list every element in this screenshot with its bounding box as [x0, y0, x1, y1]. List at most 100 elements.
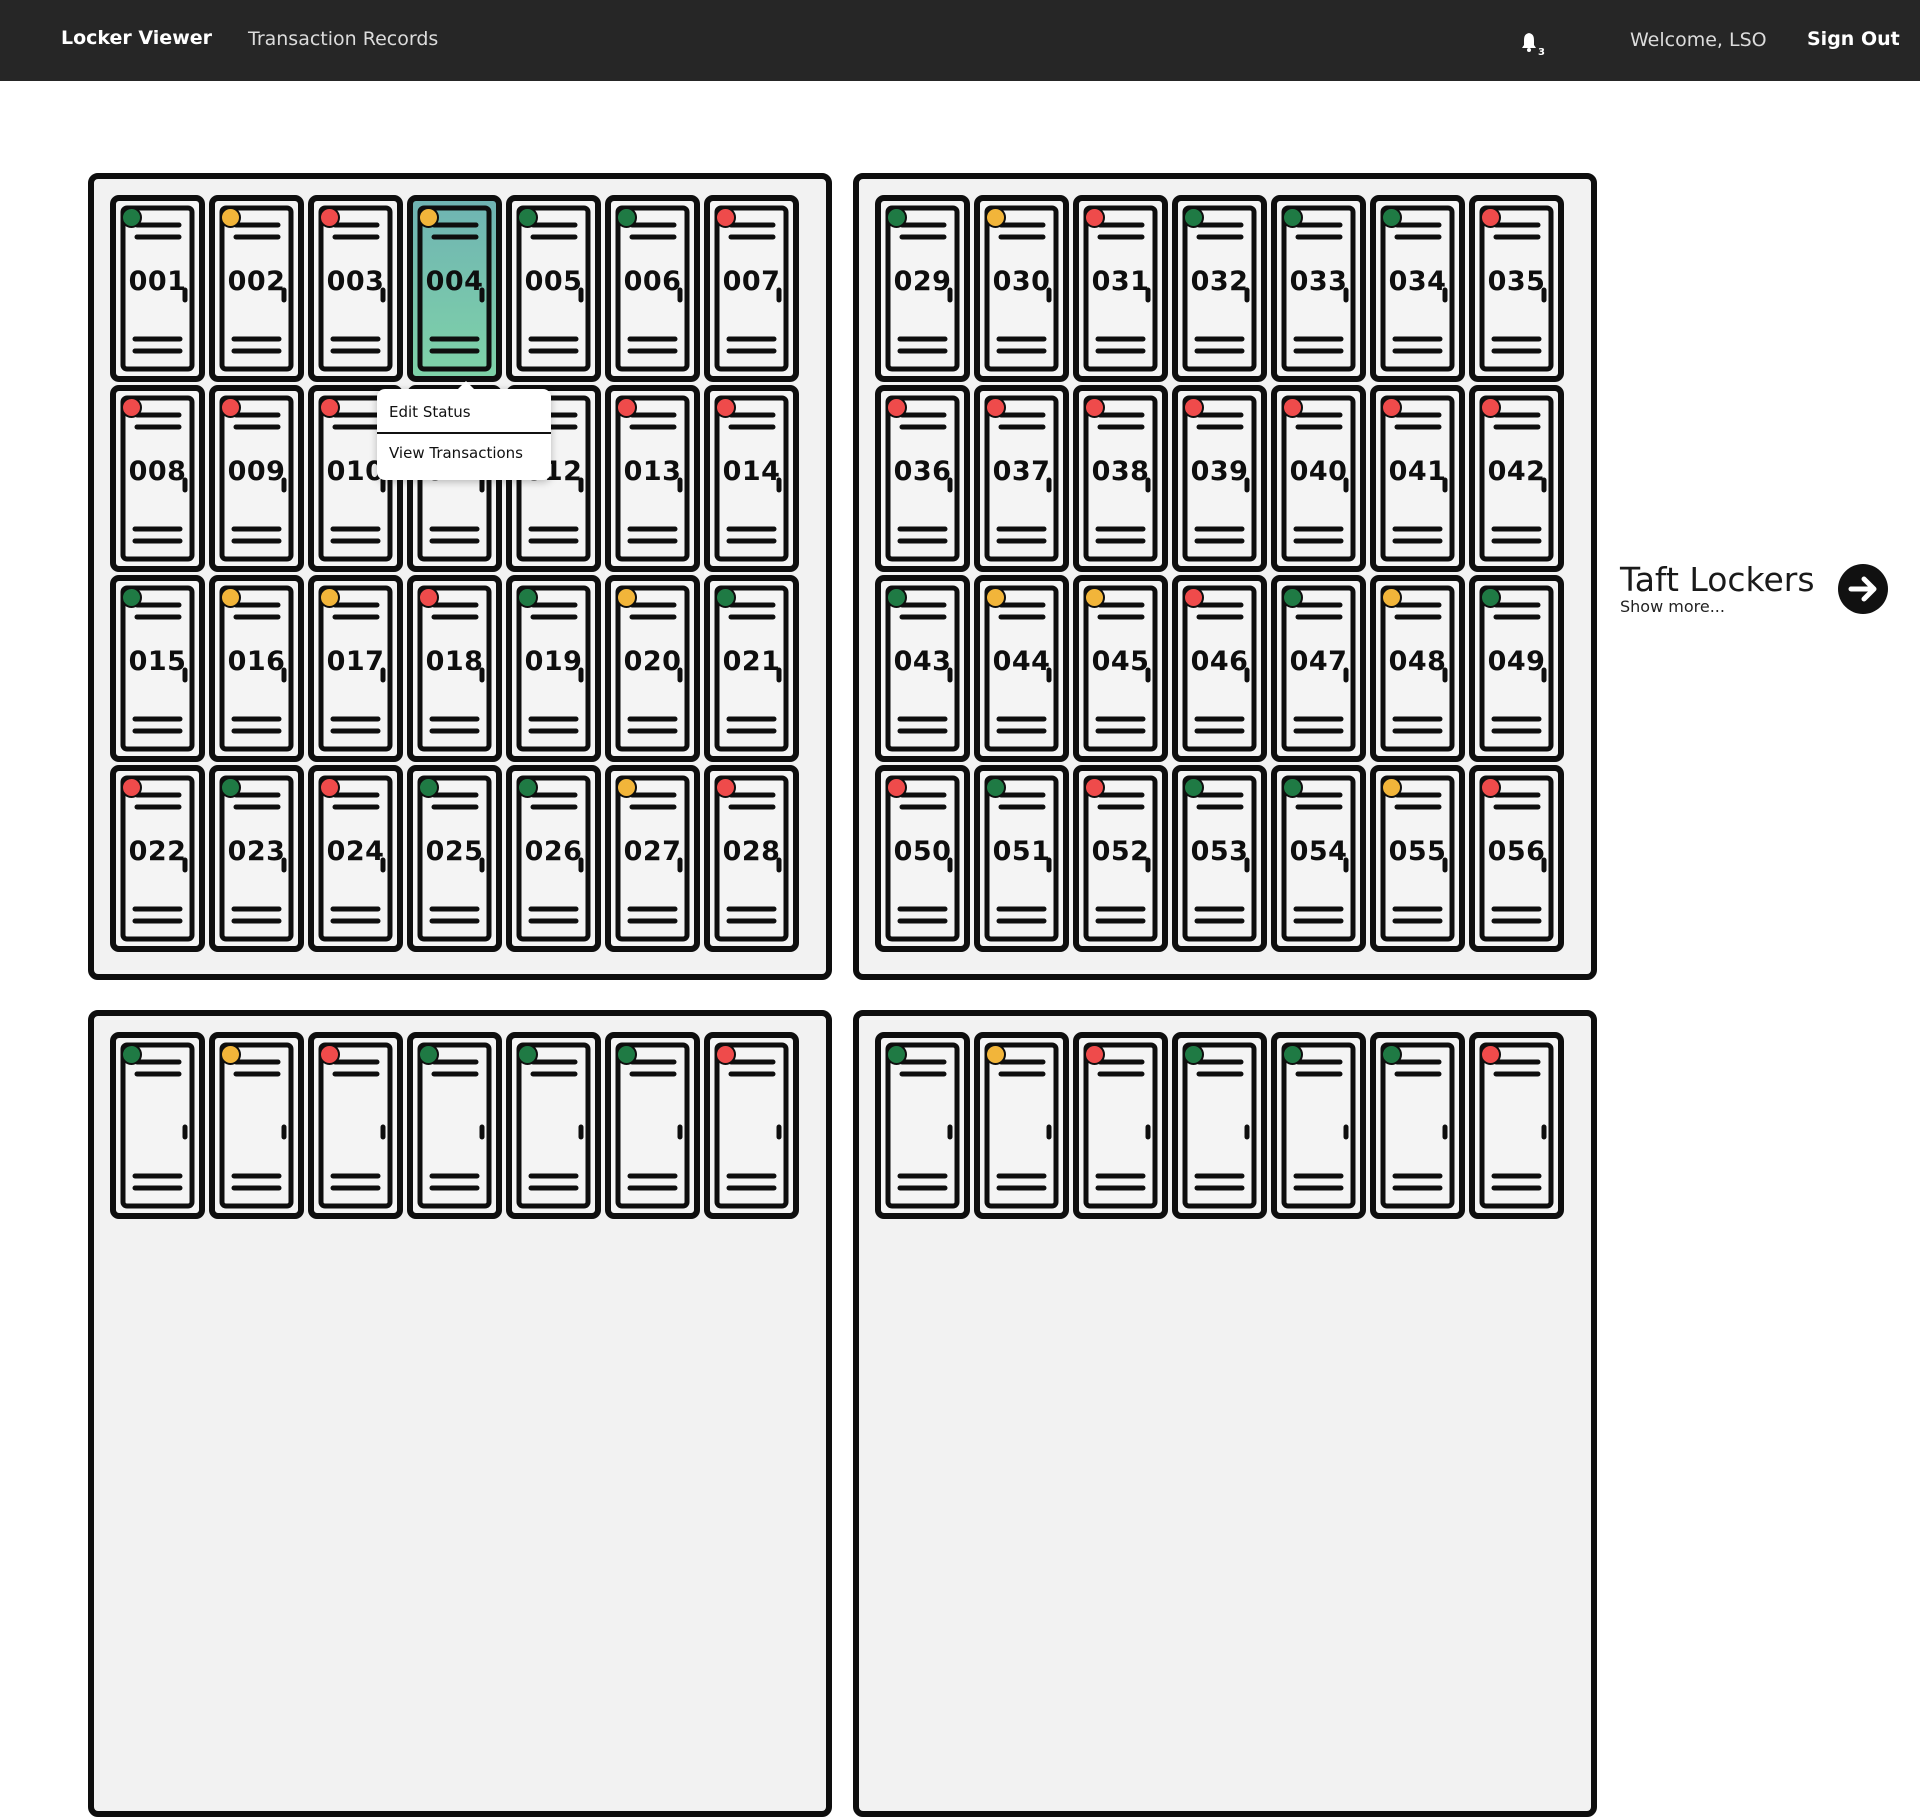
locker[interactable] [874, 1031, 971, 1220]
locker-status-dot [121, 397, 142, 418]
locker-status-dot [1381, 397, 1402, 418]
locker[interactable]: 050 [874, 764, 971, 953]
locker[interactable]: 009 [208, 384, 305, 573]
locker[interactable]: 003 [307, 194, 404, 383]
brand-link[interactable]: Locker Viewer [61, 27, 212, 49]
locker[interactable]: 004 [406, 194, 503, 383]
locker[interactable]: 006 [604, 194, 701, 383]
next-location-arrow-icon[interactable] [1838, 564, 1888, 614]
locker[interactable]: 038 [1072, 384, 1169, 573]
locker[interactable]: 017 [307, 574, 404, 763]
locker-context-menu: Edit Status View Transactions [377, 381, 551, 480]
locker-status-dot [715, 587, 736, 608]
locker[interactable]: 051 [973, 764, 1070, 953]
locker[interactable]: 045 [1072, 574, 1169, 763]
sign-out-button[interactable]: Sign Out [1807, 28, 1900, 50]
locker[interactable]: 016 [208, 574, 305, 763]
locker[interactable] [1072, 1031, 1169, 1220]
locker[interactable]: 055 [1369, 764, 1466, 953]
view-transactions-menu-item[interactable]: View Transactions [389, 444, 523, 462]
locker[interactable]: 056 [1468, 764, 1565, 953]
locker[interactable]: 022 [109, 764, 206, 953]
locker[interactable]: 013 [604, 384, 701, 573]
locker[interactable]: 032 [1171, 194, 1268, 383]
locker[interactable]: 020 [604, 574, 701, 763]
locker[interactable]: 001 [109, 194, 206, 383]
locker[interactable]: 044 [973, 574, 1070, 763]
locker[interactable]: 030 [973, 194, 1070, 383]
locker-status-dot [319, 777, 340, 798]
locker-status-dot [1084, 1044, 1105, 1065]
locker[interactable]: 048 [1369, 574, 1466, 763]
locker[interactable]: 008 [109, 384, 206, 573]
notification-bell-icon[interactable]: 3 [1520, 29, 1546, 58]
locker[interactable]: 027 [604, 764, 701, 953]
locker-status-dot [715, 207, 736, 228]
locker-bank-2: 029 030 031 032 033 034 035 036 037 038 … [853, 173, 1597, 980]
locker[interactable]: 035 [1468, 194, 1565, 383]
locker-number: 032 [1190, 266, 1249, 297]
locker[interactable]: 042 [1468, 384, 1565, 573]
locker[interactable]: 033 [1270, 194, 1367, 383]
locker[interactable]: 005 [505, 194, 602, 383]
locker[interactable]: 026 [505, 764, 602, 953]
locker-status-dot [319, 1044, 340, 1065]
locker[interactable] [1270, 1031, 1367, 1220]
locker[interactable] [307, 1031, 404, 1220]
locker[interactable]: 029 [874, 194, 971, 383]
locker[interactable]: 028 [703, 764, 800, 953]
locker[interactable]: 023 [208, 764, 305, 953]
locker[interactable]: 031 [1072, 194, 1169, 383]
locker[interactable]: 041 [1369, 384, 1466, 573]
locker-status-dot [319, 587, 340, 608]
locker[interactable]: 021 [703, 574, 800, 763]
locker[interactable]: 053 [1171, 764, 1268, 953]
transaction-records-link[interactable]: Transaction Records [248, 28, 438, 50]
locker[interactable] [1369, 1031, 1466, 1220]
edit-status-menu-item[interactable]: Edit Status [389, 403, 471, 421]
locker[interactable]: 024 [307, 764, 404, 953]
locker[interactable] [109, 1031, 206, 1220]
locker[interactable]: 040 [1270, 384, 1367, 573]
locker-number: 007 [722, 266, 781, 297]
locker[interactable]: 054 [1270, 764, 1367, 953]
locker[interactable]: 046 [1171, 574, 1268, 763]
locker-status-dot [1381, 587, 1402, 608]
locker-status-dot [1084, 777, 1105, 798]
locker[interactable]: 039 [1171, 384, 1268, 573]
locker[interactable] [505, 1031, 602, 1220]
locker[interactable] [406, 1031, 503, 1220]
locker[interactable]: 015 [109, 574, 206, 763]
locker[interactable] [703, 1031, 800, 1220]
locker-number: 015 [128, 646, 187, 677]
locker-status-dot [886, 397, 907, 418]
locker[interactable]: 018 [406, 574, 503, 763]
locker[interactable]: 049 [1468, 574, 1565, 763]
locker[interactable]: 052 [1072, 764, 1169, 953]
locker-status-dot [220, 207, 241, 228]
locker[interactable] [973, 1031, 1070, 1220]
locker[interactable]: 037 [973, 384, 1070, 573]
locker[interactable]: 025 [406, 764, 503, 953]
locker[interactable]: 047 [1270, 574, 1367, 763]
locker[interactable] [1171, 1031, 1268, 1220]
locker[interactable]: 036 [874, 384, 971, 573]
locker-status-dot [1084, 207, 1105, 228]
locker[interactable]: 007 [703, 194, 800, 383]
locker[interactable] [208, 1031, 305, 1220]
locker-status-dot [886, 777, 907, 798]
locker-status-dot [985, 587, 1006, 608]
show-more-link[interactable]: Show more... [1620, 597, 1725, 616]
locker-status-dot [886, 587, 907, 608]
locker[interactable]: 043 [874, 574, 971, 763]
locker-number: 047 [1289, 646, 1348, 677]
locker-status-dot [1282, 397, 1303, 418]
locker-number: 045 [1091, 646, 1150, 677]
locker[interactable]: 019 [505, 574, 602, 763]
locker[interactable]: 014 [703, 384, 800, 573]
locker-status-dot [1381, 207, 1402, 228]
locker[interactable] [604, 1031, 701, 1220]
locker[interactable]: 034 [1369, 194, 1466, 383]
locker[interactable]: 002 [208, 194, 305, 383]
locker[interactable] [1468, 1031, 1565, 1220]
